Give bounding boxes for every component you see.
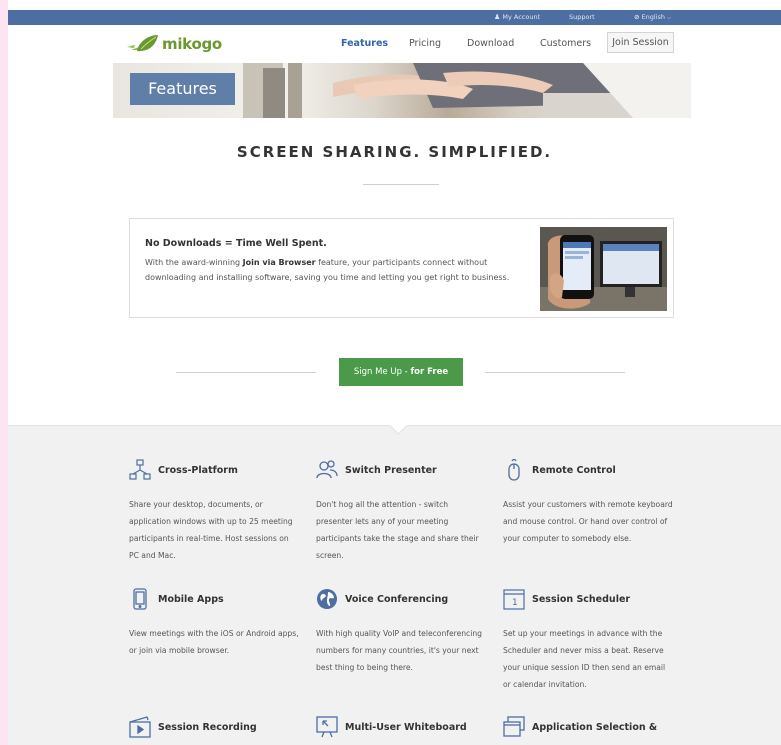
feature-mobile-apps: Mobile Apps View meetings with the iOS o… xyxy=(129,588,299,659)
feature-description: Share your desktop, documents, or applic… xyxy=(129,500,293,560)
callout-body-bold: Join via Browser xyxy=(242,258,316,267)
feature-title: Switch Presenter xyxy=(345,464,437,476)
my-account-label: My Account xyxy=(502,13,541,21)
feature-description: View meetings with the iOS or Android ap… xyxy=(129,629,299,655)
feature-session-recording: Session Recording xyxy=(129,716,299,738)
feature-whiteboard: Multi-User Whiteboard xyxy=(316,716,486,738)
cta-divider-left xyxy=(176,372,316,373)
callout-photo xyxy=(540,227,667,311)
svg-text:1: 1 xyxy=(512,598,518,608)
feature-description: Assist your customers with remote keyboa… xyxy=(503,500,673,543)
my-account-link[interactable]: ♟ My Account xyxy=(494,10,540,25)
cross-platform-icon xyxy=(129,459,151,480)
switch-presenter-icon xyxy=(316,460,338,479)
features-banner: Features xyxy=(113,63,691,118)
feature-voice-conferencing: Voice Conferencing With high quality VoI… xyxy=(316,588,486,676)
feature-application-selection: Application Selection & xyxy=(503,716,673,738)
feature-switch-presenter: Switch Presenter Don't hog all the atten… xyxy=(316,459,486,564)
mobile-apps-icon xyxy=(133,588,147,610)
callout-title: No Downloads = Time Well Spent. xyxy=(145,238,327,249)
feature-description: With high quality VoIP and teleconferenc… xyxy=(316,629,482,672)
join-session-button[interactable]: Join Session xyxy=(607,32,674,53)
user-icon: ♟ xyxy=(494,13,501,21)
feature-title: Session Recording xyxy=(158,721,257,733)
feature-title: Cross-Platform xyxy=(158,464,238,476)
sign-up-label: Sign Me Up - xyxy=(353,367,411,377)
nav-customers[interactable]: Customers xyxy=(540,38,591,49)
session-recording-icon xyxy=(129,716,151,738)
session-scheduler-icon: 1 xyxy=(503,589,525,610)
feature-title: Multi-User Whiteboard xyxy=(345,721,467,733)
sign-up-button[interactable]: Sign Me Up - for Free xyxy=(339,358,463,386)
callout-body: With the award-winning Join via Browser … xyxy=(145,255,540,285)
feature-remote-control: Remote Control Assist your customers wit… xyxy=(503,459,673,547)
feature-title: Application Selection & xyxy=(532,721,658,733)
feature-title: Mobile Apps xyxy=(158,593,224,605)
nav-features[interactable]: Features xyxy=(341,38,388,49)
feature-description: Don't hog all the attention - switch pre… xyxy=(316,500,479,560)
logo[interactable]: mikogo xyxy=(125,31,222,57)
chevron-down-icon: ⌵ xyxy=(667,15,671,21)
feature-cross-platform: Cross-Platform Share your desktop, docum… xyxy=(129,459,299,564)
feature-description: Set up your meetings in advance with the… xyxy=(503,629,666,689)
utility-bar: ♟ My Account Support ⊘ English ⌵ xyxy=(8,10,781,25)
feature-title: Session Scheduler xyxy=(532,593,631,605)
support-link[interactable]: Support xyxy=(569,10,595,25)
join-via-browser-callout: No Downloads = Time Well Spent. With the… xyxy=(129,218,674,318)
page-heading: SCREEN SHARING. SIMPLIFIED. xyxy=(236,143,553,161)
remote-control-icon xyxy=(508,459,520,481)
globe-icon: ⊘ xyxy=(634,13,640,21)
feature-session-scheduler: 1 Session Scheduler Set up your meetings… xyxy=(503,588,673,693)
whiteboard-icon xyxy=(316,716,338,738)
language-selector[interactable]: ⊘ English ⌵ xyxy=(634,10,671,25)
voice-conferencing-icon xyxy=(317,589,337,609)
leaf-logo-icon xyxy=(127,35,158,52)
page: ♟ My Account Support ⊘ English ⌵ mikogo … xyxy=(8,0,781,745)
application-selection-icon xyxy=(503,716,525,737)
logo-text: mikogo xyxy=(162,35,222,53)
cta-divider-right xyxy=(485,372,625,373)
banner-title: Features xyxy=(130,73,235,105)
sign-up-label-bold: for Free xyxy=(410,367,449,377)
main-header: mikogo Features Pricing Download Custome… xyxy=(8,25,781,63)
heading-divider xyxy=(363,184,439,185)
support-label: Support xyxy=(569,13,595,21)
feature-title: Remote Control xyxy=(532,464,616,476)
language-label: English xyxy=(641,13,666,21)
nav-download[interactable]: Download xyxy=(467,38,514,49)
nav-pricing[interactable]: Pricing xyxy=(409,38,441,49)
feature-title: Voice Conferencing xyxy=(345,593,449,605)
callout-body-text: With the award-winning xyxy=(145,258,243,267)
